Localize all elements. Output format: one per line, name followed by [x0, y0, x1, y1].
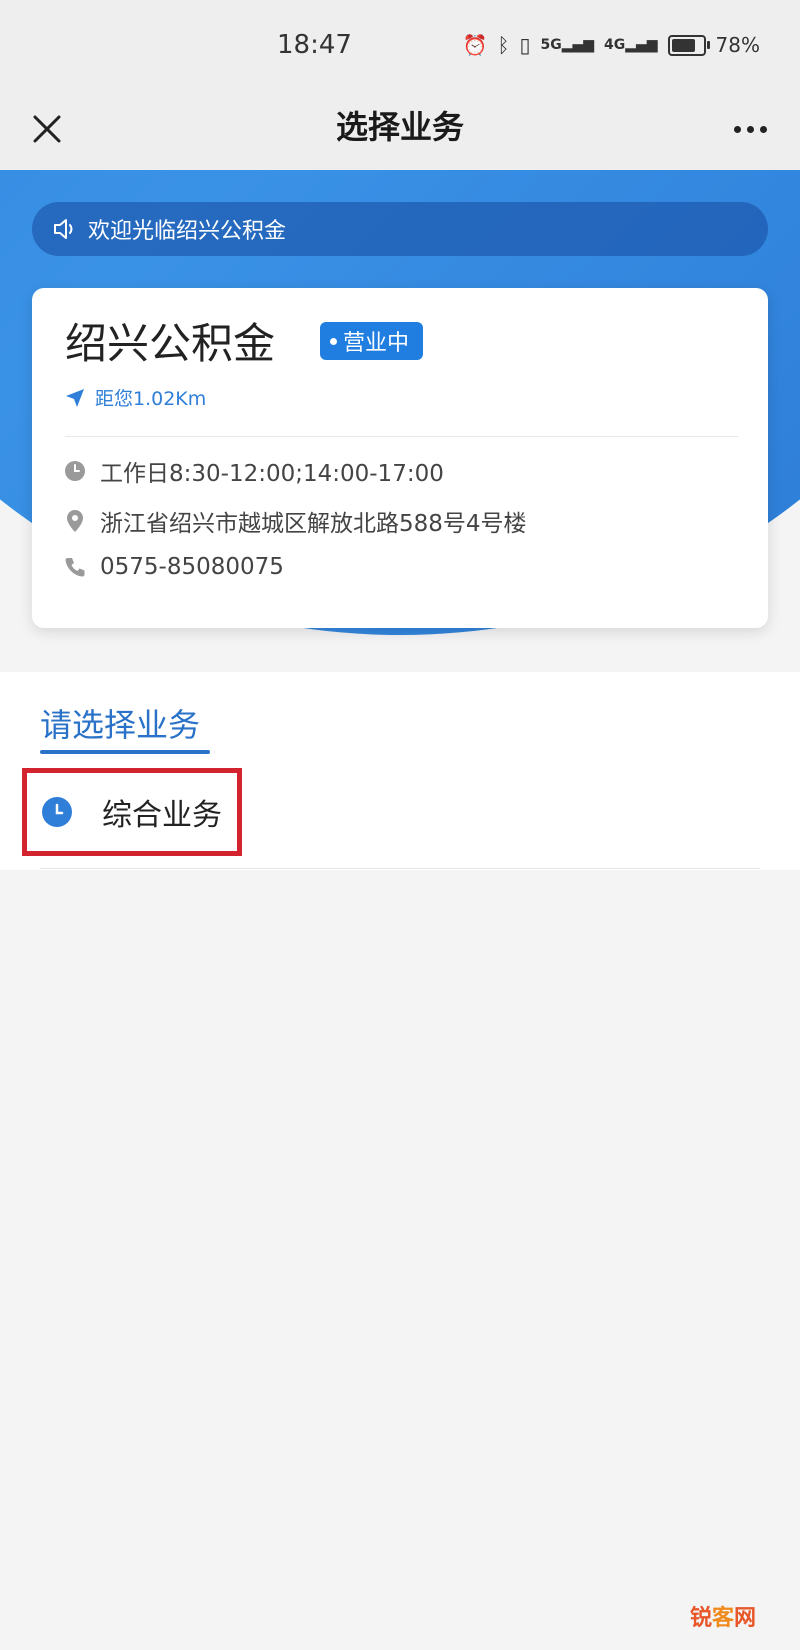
more-button[interactable] [725, 104, 775, 154]
divider [40, 868, 760, 869]
signal-4g-icon: 4G▂▄▆ [604, 37, 658, 53]
status-dot [330, 337, 337, 345]
clock-icon [64, 460, 86, 482]
page-title: 选择业务 [335, 108, 464, 146]
speaker-icon [52, 218, 76, 240]
vibrate-icon: ▯ [519, 33, 531, 57]
banner: 欢迎光临绍兴公积金 绍兴公积金 营业中 距您1.02Km 工作日8:30-12:… [0, 170, 800, 670]
address-text: 浙江省绍兴市越城区解放北路588号4号楼 [100, 511, 527, 537]
service-item-label: 综合业务 [102, 798, 222, 833]
navigation-arrow-icon [66, 388, 84, 407]
address-row: 浙江省绍兴市越城区解放北路588号4号楼 [64, 504, 527, 538]
distance-row: 距您1.02Km [65, 384, 206, 411]
signal-5g-icon: 5G▂▄▆ [540, 37, 594, 53]
hours-text: 工作日8:30-12:00;14:00-17:00 [100, 461, 444, 487]
hours-row: 工作日8:30-12:00;14:00-17:00 [64, 454, 444, 488]
notice-bar[interactable]: 欢迎光临绍兴公积金 [32, 202, 768, 256]
battery-percent: 78% [715, 33, 760, 57]
service-item-general[interactable]: 综合业务 [22, 768, 242, 856]
nav-bar: 选择业务 [0, 92, 800, 170]
distance-text: 距您1.02Km [95, 388, 207, 410]
status-icons: ⏰ ᛒ ▯ 5G▂▄▆ 4G▂▄▆ 78% [463, 28, 760, 62]
center-info-card: 绍兴公积金 营业中 距您1.02Km 工作日8:30-12:00;14:00-1… [32, 288, 768, 628]
phone-row[interactable]: 0575-85080075 [64, 554, 284, 580]
battery-icon [667, 34, 710, 56]
status-badge-label: 营业中 [343, 331, 410, 356]
clock-icon [42, 797, 72, 827]
section-title-underline [40, 750, 210, 754]
bluetooth-icon: ᛒ [497, 33, 510, 57]
center-name: 绍兴公积金 [65, 319, 276, 368]
section-title: 请选择业务 [40, 706, 201, 744]
location-pin-icon [64, 510, 86, 532]
notice-text: 欢迎光临绍兴公积金 [88, 219, 287, 244]
card-divider [65, 436, 738, 437]
phone-text: 0575-85080075 [100, 554, 284, 580]
status-badge: 营业中 [320, 322, 424, 360]
phone-icon [64, 556, 86, 578]
alarm-icon: ⏰ [462, 33, 488, 57]
service-selection: 请选择业务 综合业务 [0, 672, 800, 870]
status-time: 18:47 [277, 30, 352, 60]
status-bar: 18:47 ⏰ ᛒ ▯ 5G▂▄▆ 4G▂▄▆ 78% [0, 0, 800, 92]
more-icon [733, 125, 741, 133]
watermark: 锐客网 [689, 1606, 756, 1631]
